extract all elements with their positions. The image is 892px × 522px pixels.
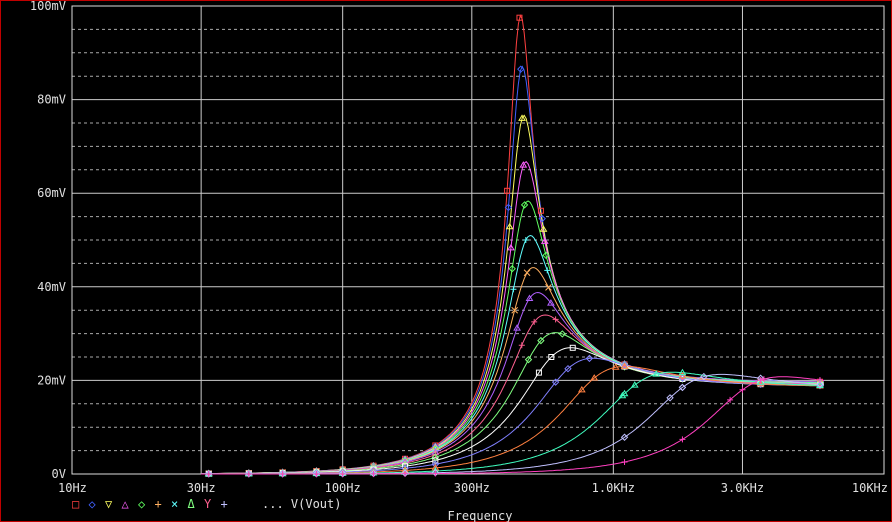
series-line	[201, 14, 825, 475]
series-marker	[518, 342, 525, 349]
x-tick-label: 100Hz	[325, 481, 361, 495]
x-tick-label: 3.0KHz	[721, 481, 764, 495]
y-tick-label: 80mV	[37, 93, 66, 107]
frequency-response-chart: 0V 20mV 40mV 60mV 80mV 100mV 10Hz 30Hz 100Hz 300H…	[30, 0, 888, 522]
y-tick-label: 100mV	[30, 0, 66, 13]
series-line	[201, 376, 825, 475]
tick-labels: 0V 20mV 40mV 60mV 80mV 100mV 10Hz 30Hz 100Hz 300H…	[30, 0, 888, 495]
x-tick-label: 10Hz	[58, 481, 87, 495]
legend-marker: Δ	[188, 497, 196, 511]
legend-marker: +	[155, 497, 162, 511]
series-line	[201, 200, 824, 475]
markers-group	[204, 14, 824, 478]
x-tick-label: 1.0KHz	[592, 481, 635, 495]
legend-marker: □	[72, 497, 79, 511]
legend-marker: △	[122, 497, 130, 511]
legend-marker: ×	[171, 497, 178, 511]
legend-trace-label: ... V(Vout)	[262, 497, 341, 511]
series-marker	[621, 458, 628, 465]
legend-marker: +	[221, 497, 228, 511]
y-tick-label: 20mV	[37, 373, 66, 387]
legend-marker: ◇	[138, 497, 146, 511]
series-group	[201, 14, 825, 475]
series-line	[201, 357, 824, 475]
series-line	[201, 332, 824, 475]
legend: ... V(Vout) □ ◇ ▽ △ ◇ + × Δ Y +	[72, 497, 341, 511]
series-marker	[523, 269, 531, 277]
series-line	[201, 314, 824, 475]
y-tick-label: 60mV	[37, 186, 66, 200]
legend-marker: ▽	[105, 497, 113, 511]
series-marker	[522, 237, 529, 243]
series-line	[201, 65, 825, 475]
x-tick-label: 30Hz	[187, 481, 216, 495]
legend-marker: ◇	[89, 497, 97, 511]
legend-marker: Y	[204, 497, 212, 511]
x-tick-label: 10KHz	[852, 481, 888, 495]
y-tick-label: 40mV	[37, 280, 66, 294]
x-tick-label: 300Hz	[454, 481, 490, 495]
y-tick-label: 0V	[52, 467, 66, 481]
series-line	[201, 267, 824, 475]
series-marker	[545, 284, 552, 291]
series-line	[201, 371, 824, 475]
x-axis-label: Frequency	[447, 509, 512, 522]
series-marker	[679, 436, 686, 443]
